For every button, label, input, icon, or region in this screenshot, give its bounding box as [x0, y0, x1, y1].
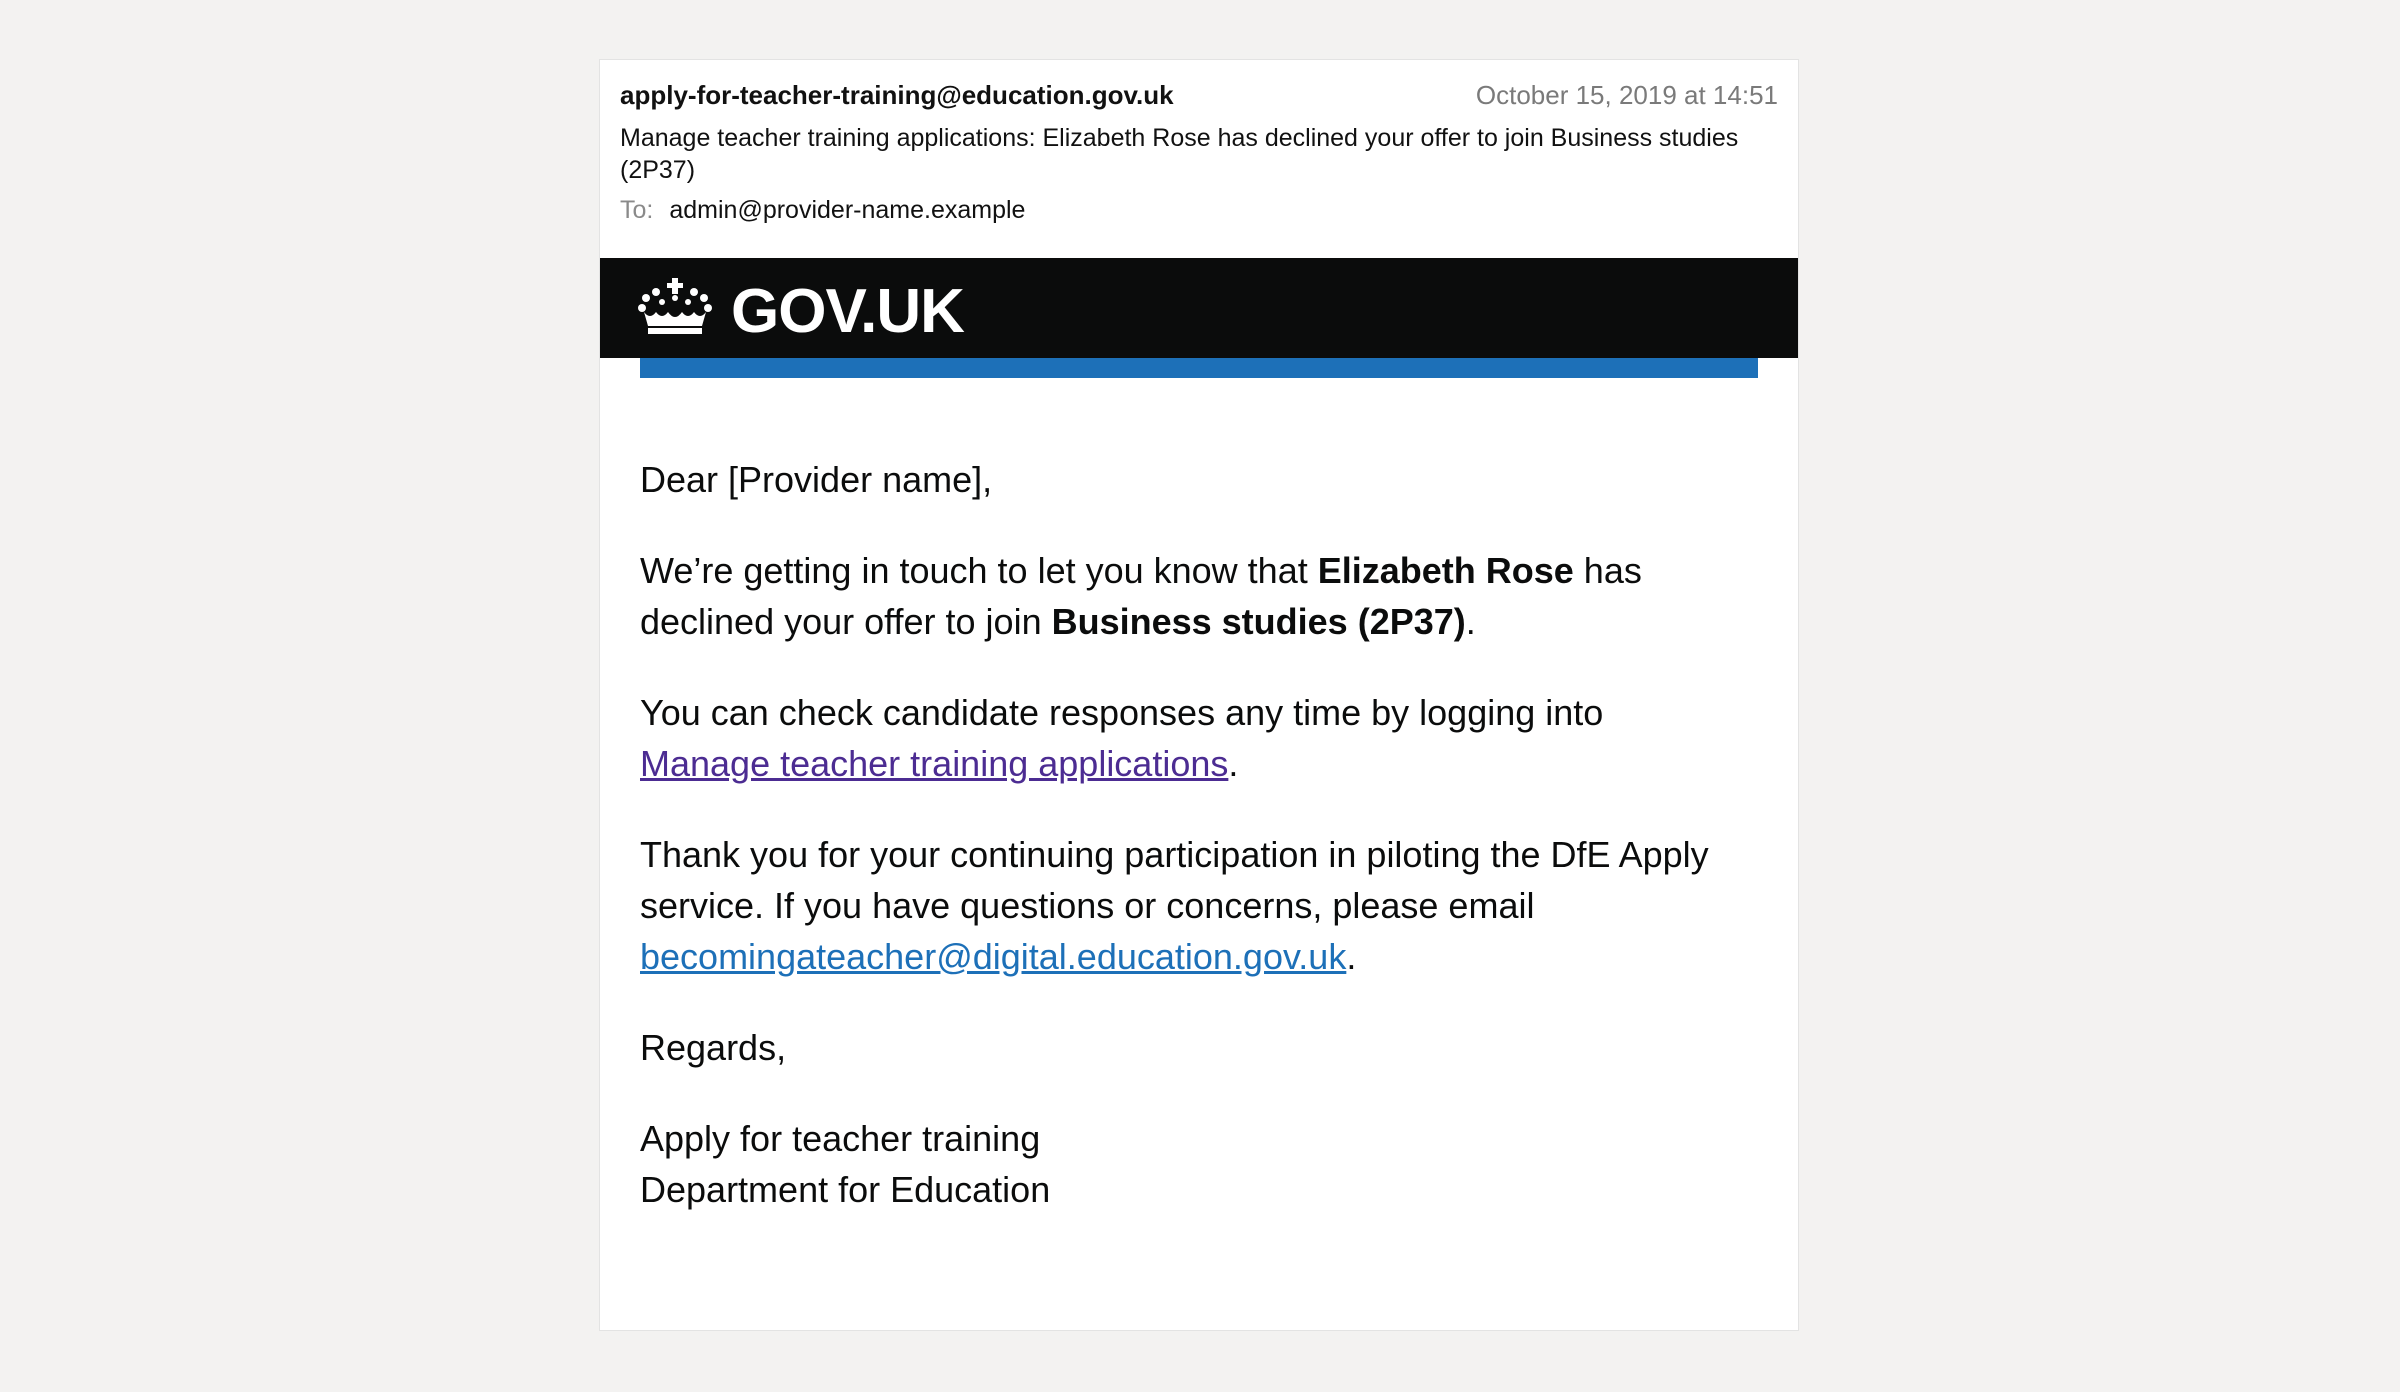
to-label: To: [620, 196, 654, 224]
greeting: Dear [Provider name], [640, 459, 993, 500]
signature-line: Apply for teacher training [640, 1118, 1041, 1159]
text: . [1346, 936, 1357, 977]
regards: Regards, [640, 1027, 787, 1068]
govuk-header: GOV.UK [600, 258, 1798, 358]
text: We’re getting in touch to let you know t… [640, 550, 1318, 591]
decline-paragraph: We’re getting in touch to let you know t… [640, 545, 1758, 647]
header-stripe [640, 358, 1758, 378]
crown-icon [638, 278, 712, 334]
recipient-row: To: admin@provider-name.example [620, 196, 1778, 225]
signature-line: Department for Education [640, 1169, 1051, 1210]
manage-applications-link[interactable]: Manage teacher training applications [640, 743, 1228, 784]
govuk-logo-text: GOV.UK [731, 277, 965, 346]
email-date: October 15, 2019 at 14:51 [1475, 80, 1778, 110]
text: . [1465, 601, 1476, 642]
candidate-name: Elizabeth Rose [1317, 550, 1574, 591]
email-body: Dear [Provider name], We’re getting in t… [640, 454, 1758, 1255]
support-email-link[interactable]: becomingateacher@digital.education.gov.u… [640, 936, 1346, 977]
thanks-paragraph: Thank you for your continuing participat… [640, 829, 1758, 982]
text: . [1228, 743, 1239, 784]
recipient: admin@provider-name.example [669, 196, 1026, 224]
email-subject: Manage teacher training applications: El… [620, 124, 1739, 184]
course-name: Business studies (2P37) [1051, 601, 1466, 642]
check-paragraph: You can check candidate responses any ti… [640, 687, 1758, 789]
text: You can check candidate responses any ti… [640, 692, 1604, 733]
text: Thank you for your continuing participat… [640, 834, 1709, 926]
email-card: apply-for-teacher-training@education.gov… [599, 59, 1799, 1331]
signature: Apply for teacher training Department for… [640, 1113, 1758, 1215]
